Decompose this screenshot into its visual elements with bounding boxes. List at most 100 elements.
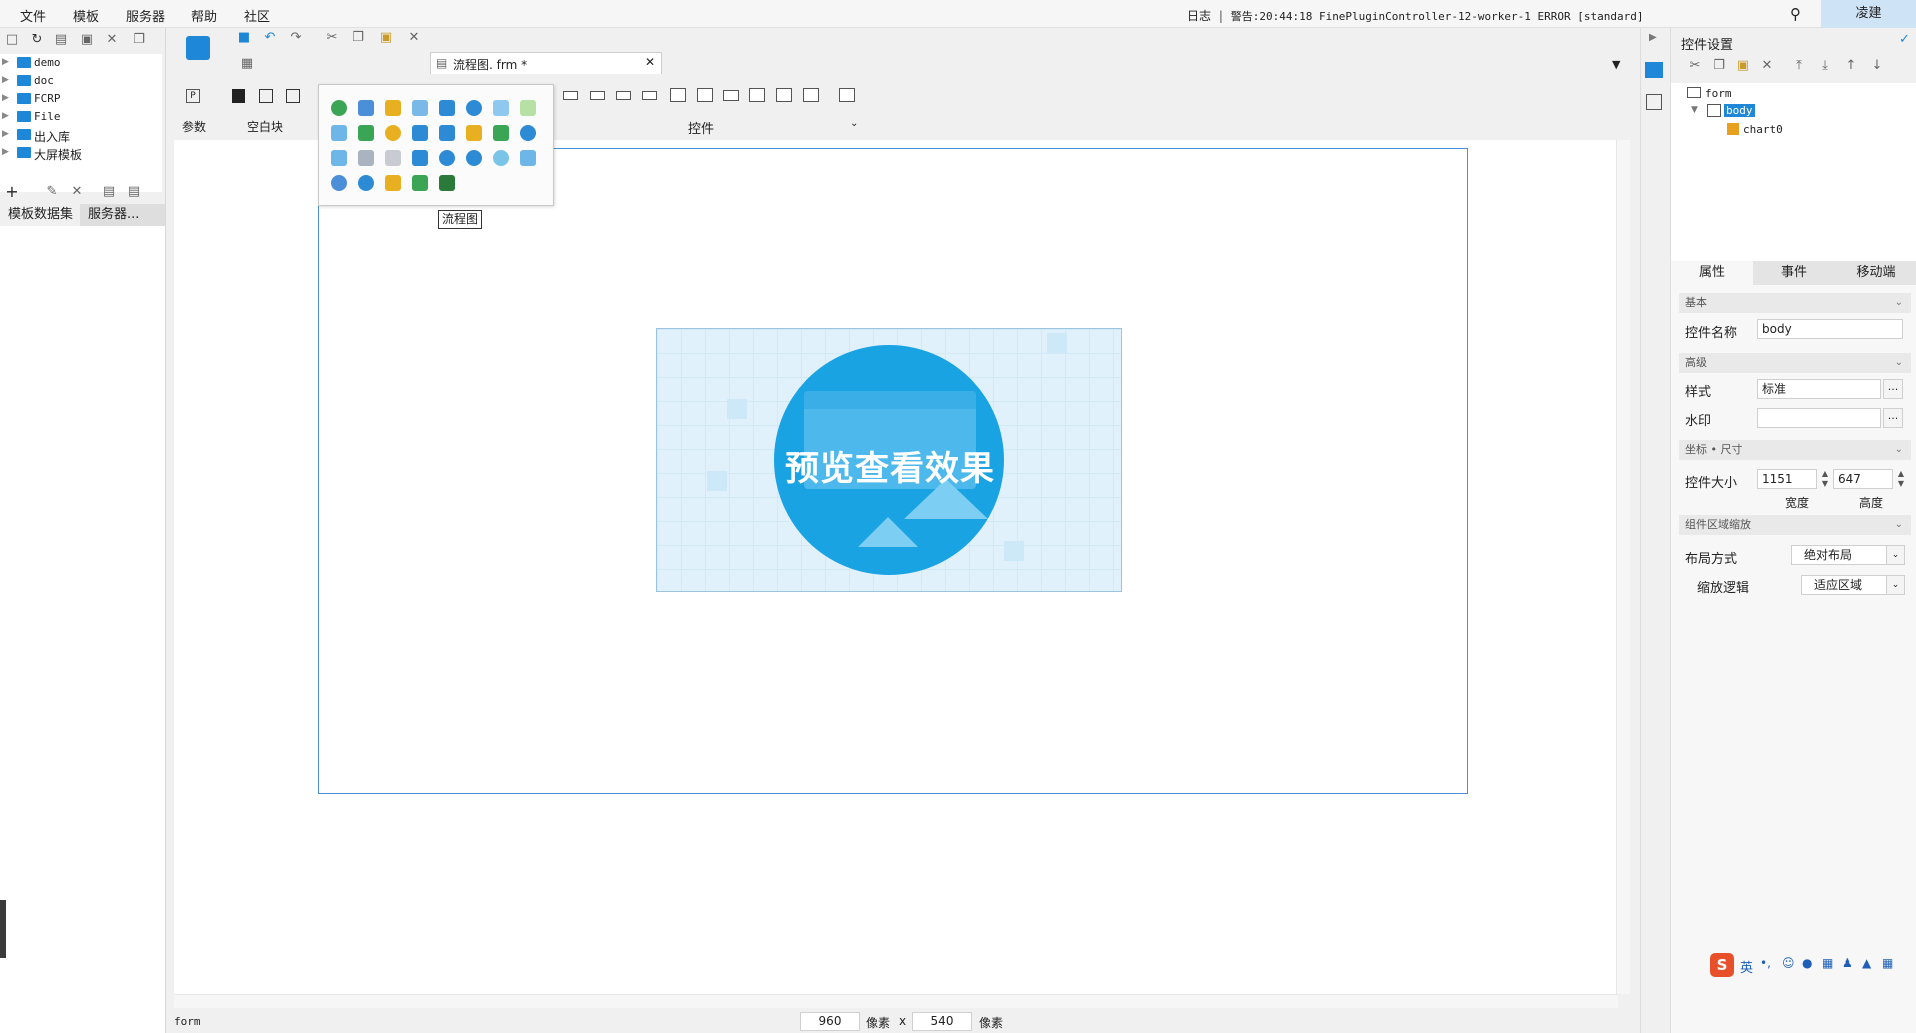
watermark-more-button[interactable]: ...: [1883, 408, 1903, 428]
delete-icon[interactable]: ✕: [1759, 58, 1775, 74]
globe-chart-icon[interactable]: [520, 125, 536, 141]
treemap-chart-icon[interactable]: [466, 125, 482, 141]
search-icon[interactable]: ⚲: [1790, 5, 1801, 23]
clear-icon[interactable]: ✕: [406, 30, 422, 46]
column-chart-icon[interactable]: [358, 100, 374, 116]
custom-chart-icon[interactable]: [385, 175, 401, 191]
edit-icon[interactable]: ✎: [44, 184, 60, 200]
dropdown-widget-icon[interactable]: [642, 91, 657, 100]
tree-node-chart0[interactable]: chart0: [1743, 123, 1783, 136]
text-widget-icon[interactable]: [616, 91, 631, 100]
ime-lang[interactable]: 英: [1740, 957, 1753, 976]
delete-icon[interactable]: ✕: [104, 32, 120, 48]
save-icon[interactable]: ■: [236, 30, 252, 46]
microphone-icon[interactable]: ●: [1802, 956, 1812, 970]
label-widget-icon[interactable]: [590, 91, 605, 100]
funnel-chart-icon[interactable]: [493, 125, 509, 141]
area-chart-icon[interactable]: [439, 100, 455, 116]
trash-icon[interactable]: ✕: [69, 184, 85, 200]
radio-group-icon[interactable]: [776, 88, 792, 102]
horizontal-scrollbar[interactable]: [174, 994, 1618, 1008]
search-widget-icon[interactable]: [839, 88, 855, 102]
copy-icon[interactable]: ❐: [131, 32, 147, 48]
widget-settings-icon[interactable]: [1645, 62, 1663, 78]
grid-icon[interactable]: ▦: [239, 56, 255, 72]
copy-tool-icon[interactable]: ❐: [350, 30, 366, 46]
menu-community[interactable]: 社区: [244, 6, 270, 25]
height-input[interactable]: 540: [912, 1012, 972, 1031]
log-area[interactable]: 日志 | 警告:20:44:18 FinePluginController-12…: [1187, 7, 1643, 24]
redo-icon[interactable]: ↷: [288, 30, 304, 46]
tab-properties[interactable]: 属性: [1671, 261, 1753, 285]
width-value-input[interactable]: 1151: [1757, 469, 1817, 489]
menu-file[interactable]: 文件: [20, 6, 46, 25]
gantt-chart-icon[interactable]: [331, 150, 347, 166]
line-chart-icon[interactable]: [412, 100, 428, 116]
tree-item[interactable]: ▶ 大屏模板: [0, 145, 160, 162]
height-value-input[interactable]: 647: [1833, 469, 1893, 489]
menu-help[interactable]: 帮助: [191, 6, 217, 25]
undo-icon[interactable]: ↶: [262, 30, 278, 46]
add-icon[interactable]: +: [4, 184, 20, 200]
move-top-icon[interactable]: ⤒: [1791, 58, 1807, 74]
button-widget-icon[interactable]: [563, 91, 578, 100]
paste-icon[interactable]: ▣: [1735, 58, 1751, 74]
user-button[interactable]: 凌建: [1821, 0, 1916, 28]
server-dataset-icon[interactable]: ▤: [126, 184, 142, 200]
tab-layout-icon[interactable]: [286, 89, 300, 103]
sogou-logo-icon[interactable]: S: [1710, 953, 1734, 977]
tab-template-dataset[interactable]: 模板数据集: [0, 204, 80, 226]
style-input[interactable]: 标准: [1757, 379, 1881, 399]
expand-arrow-icon[interactable]: ▶: [1649, 32, 1657, 43]
layout-select[interactable]: 绝对布局 ⌄: [1791, 545, 1905, 565]
param-icon[interactable]: P: [186, 89, 200, 103]
absolute-layout-icon[interactable]: [232, 89, 245, 103]
paste-icon[interactable]: ▣: [378, 30, 394, 46]
frame-chart-icon[interactable]: [385, 150, 401, 166]
document-tab[interactable]: ▤ 流程图. frm * ✕: [430, 52, 662, 74]
keyboard-icon[interactable]: ▦: [1822, 956, 1833, 970]
date-widget-icon[interactable]: [670, 88, 686, 102]
copy-icon[interactable]: ❐: [1711, 58, 1727, 74]
heat-map-icon[interactable]: [412, 150, 428, 166]
tree-node-body[interactable]: body: [1724, 104, 1755, 117]
skin-icon[interactable]: ▲: [1862, 956, 1871, 970]
section-coords[interactable]: 坐标 • 尺寸 ⌄: [1679, 440, 1911, 460]
tree-item[interactable]: ▶ doc: [0, 73, 160, 90]
close-tab-icon[interactable]: ✕: [645, 55, 655, 69]
widget-name-input[interactable]: body: [1757, 319, 1903, 339]
tab-server-dataset[interactable]: 服务器...: [80, 204, 165, 226]
widget-expand-icon[interactable]: ⌄: [850, 118, 858, 129]
lock-icon[interactable]: ▣: [79, 32, 95, 48]
number-widget-icon[interactable]: [723, 90, 739, 101]
tree-item[interactable]: ▶ FCRP: [0, 91, 160, 108]
cut-icon[interactable]: ✂: [1687, 58, 1703, 74]
new-folder-icon[interactable]: □: [4, 32, 20, 48]
tree-item[interactable]: ▶ demo: [0, 55, 160, 72]
user-icon[interactable]: ♟: [1842, 956, 1853, 970]
tab-mobile[interactable]: 移动端: [1835, 261, 1916, 285]
open-icon[interactable]: ▤: [53, 32, 69, 48]
template-icon[interactable]: [186, 36, 210, 60]
collapse-arrow-icon[interactable]: ▼: [1691, 105, 1698, 115]
multi-pie-chart-icon[interactable]: [385, 125, 401, 141]
pin-icon[interactable]: ✓: [1899, 32, 1910, 47]
map-chart-icon[interactable]: [412, 125, 428, 141]
tag-cloud-icon[interactable]: [520, 150, 536, 166]
width-input[interactable]: 960: [800, 1012, 860, 1031]
split-layout-icon[interactable]: [259, 89, 273, 103]
menu-template[interactable]: 模板: [73, 6, 99, 25]
checkbox-group-icon[interactable]: [803, 88, 819, 102]
zoom-logic-select[interactable]: 适应区域 ⌄: [1801, 575, 1905, 595]
vertical-scrollbar[interactable]: [1616, 140, 1630, 994]
pie-chart-icon[interactable]: [331, 100, 347, 116]
table-chart-icon[interactable]: [439, 175, 455, 191]
move-up-icon[interactable]: ↑: [1843, 58, 1859, 74]
tree-item[interactable]: ▶ File: [0, 109, 160, 126]
textarea-widget-icon[interactable]: [749, 88, 765, 102]
flow-map-icon[interactable]: [466, 150, 482, 166]
tab-menu-icon[interactable]: ▼: [1612, 58, 1620, 71]
gauge-chart-icon[interactable]: [466, 100, 482, 116]
layout-panel-icon[interactable]: [1646, 94, 1662, 110]
earth-chart-icon[interactable]: [439, 150, 455, 166]
